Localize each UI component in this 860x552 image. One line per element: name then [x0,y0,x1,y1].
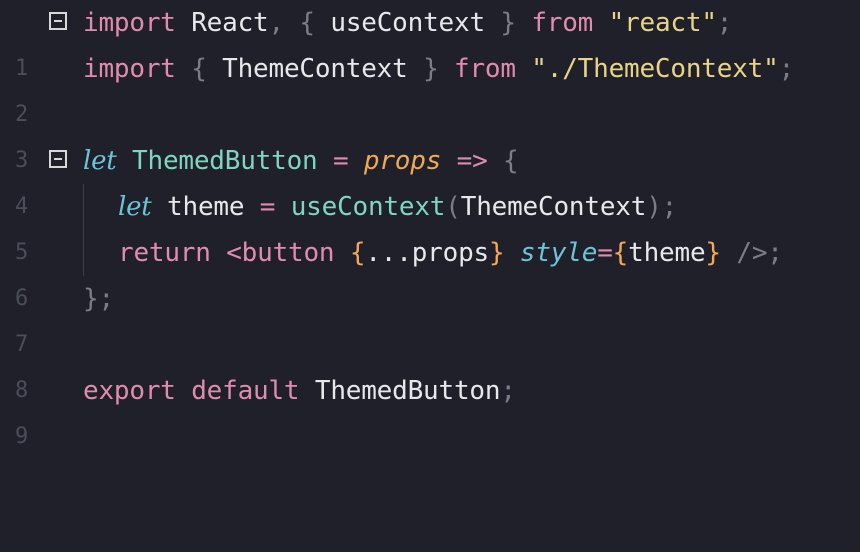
punct-comma: , [268,8,284,38]
keyword-import: import [83,8,176,38]
code-text: import React, { useContext } from "react… [83,0,732,46]
identifier-theme: theme [167,192,245,222]
jsx-self-close: /> [736,238,768,268]
code-line-6[interactable]: 6 return <button {...props} style={theme… [0,230,860,311]
jsx-brace-close: } [705,238,721,268]
code-text: let ThemedButton = props => { [83,138,519,184]
punct-semicolon: ; [778,54,795,84]
identifier-props: props [411,238,489,268]
operator-equals: = [332,146,349,176]
code-line-8[interactable]: 8 [0,322,860,403]
code-line-2[interactable]: 2 import { ThemeContext } from "./ThemeC… [0,46,860,127]
code-line-9[interactable]: 9 export default ThemedButton; [0,368,860,449]
code-text: import { ThemeContext } from "./ThemeCon… [83,46,794,92]
code-text: let theme = useContext(ThemeContext); [118,184,677,230]
punct-lbrace: { [299,8,315,38]
code-line-7[interactable]: 7 }; [0,276,860,357]
keyword-let: let [83,146,117,176]
punct-semicolon: ; [716,8,733,38]
code-text: return <button {...props} style={theme} … [118,230,783,276]
keyword-from: from [454,54,516,84]
jsx-brace-open: { [349,238,366,268]
identifier-themecontext: ThemeContext [222,54,408,84]
keyword-let: let [118,192,152,222]
keyword-import: import [83,54,176,84]
string-react: "react" [608,8,717,38]
operator-arrow: => [456,146,488,176]
punct-rbrace: } [500,8,516,38]
punct-lbrace: { [503,146,519,176]
operator-spread: ... [365,238,412,268]
punct-lbrace: { [191,54,207,84]
code-text: }; [83,276,114,322]
jsx-attr-style: style [519,238,598,268]
punct-lparen: ( [445,192,461,222]
code-text: export default ThemedButton; [83,368,516,414]
punct-close-block: }; [83,284,114,314]
jsx-brace-close: } [488,238,505,268]
code-line-3[interactable]: 3 [0,92,860,173]
punct-semicolon: ; [661,192,678,222]
punct-rparen: ) [646,192,662,222]
keyword-from: from [531,8,594,38]
identifier-themedbutton: ThemedButton [314,376,501,406]
punct-semicolon: ; [767,238,783,268]
code-editor[interactable]: 1 import React, { useContext } from "rea… [0,0,860,449]
identifier-usecontext: useContext [330,8,485,38]
jsx-tag-button: <button [226,238,335,268]
identifier-theme: theme [628,238,706,268]
code-line-4[interactable]: 4 let ThemedButton = props => { [0,138,860,219]
punct-rbrace: } [423,54,439,84]
jsx-brace-open: { [612,238,629,268]
operator-equals: = [259,192,276,222]
keyword-export: export [83,376,176,406]
string-theme-path: "./ThemeContext" [531,54,779,84]
function-usecontext: useContext [290,192,446,222]
operator-equals: = [597,238,613,268]
line-number: 9 [14,424,28,449]
code-line-5[interactable]: 5 let theme = useContext(ThemeContext); [0,184,860,265]
identifier-react: React [191,8,269,38]
param-props: props [363,146,442,176]
punct-semicolon: ; [500,376,516,406]
collapse-square-icon[interactable] [49,150,67,168]
keyword-default: default [191,376,300,406]
code-line-1[interactable]: 1 import React, { useContext } from "rea… [0,0,860,81]
keyword-return: return [118,238,211,268]
identifier-themedbutton: ThemedButton [132,146,318,176]
collapse-square-icon[interactable] [49,12,67,30]
identifier-themecontext: ThemeContext [460,192,647,222]
